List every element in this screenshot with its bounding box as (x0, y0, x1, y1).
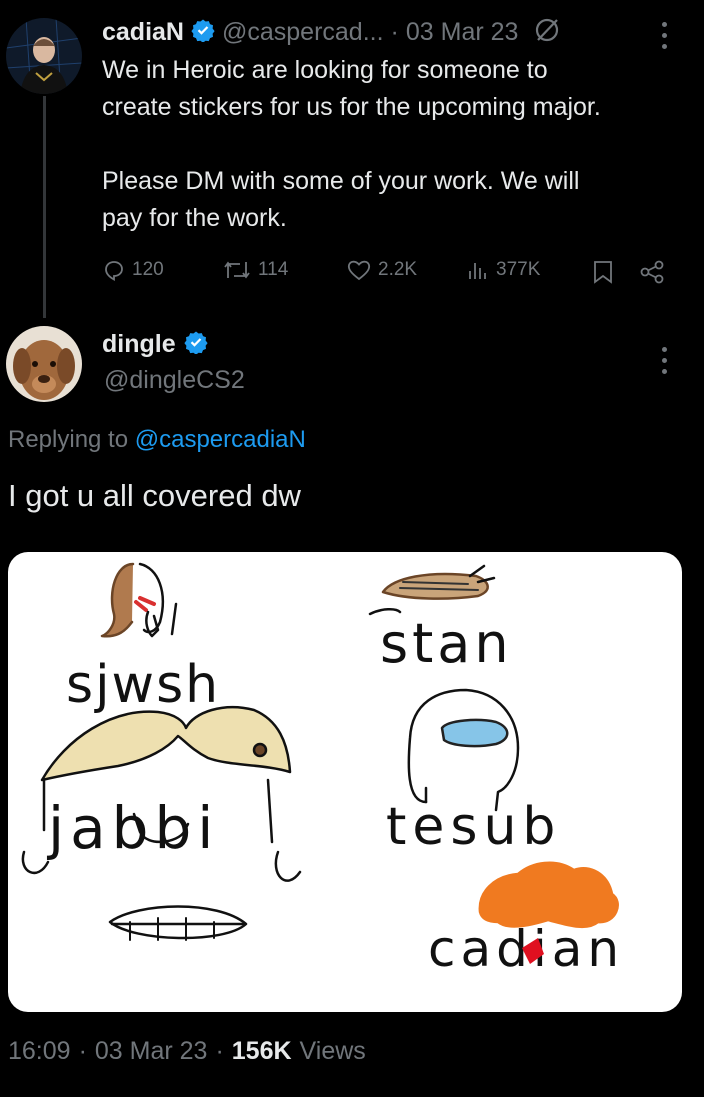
replying-to-handle-link[interactable]: @caspercadiaN (135, 426, 306, 453)
reply-icon (105, 261, 123, 282)
main-author-name[interactable]: dingle (102, 330, 176, 359)
doodle-word: sjwsh (66, 655, 220, 715)
parent-author-handle[interactable]: @caspercad... (222, 18, 384, 47)
like-icon (347, 260, 371, 281)
main-tweet-header: dingle (102, 330, 208, 359)
timestamp-separator: · (215, 1037, 224, 1065)
views-button[interactable]: 377K (466, 258, 540, 282)
parent-text-line: We in Heroic are looking for someone to (102, 56, 548, 84)
doodle-word: jabbi (46, 794, 219, 862)
parent-text-line: create stickers for us for the upcoming … (102, 93, 601, 121)
doodle-word: tesub (386, 797, 561, 857)
views-icon (469, 263, 486, 279)
views-count: 377K (496, 259, 541, 280)
reply-count: 120 (132, 259, 164, 280)
share-button[interactable] (638, 258, 666, 291)
parent-date[interactable]: 03 Mar 23 (406, 18, 519, 47)
replying-to-prefix: Replying to (8, 426, 129, 453)
timestamp-separator: · (78, 1037, 87, 1065)
views-label: Views (299, 1037, 366, 1065)
parent-text-line: Please DM with some of your work. We wil… (102, 167, 580, 195)
thread-line (43, 96, 46, 318)
like-button[interactable]: 2.2K (346, 258, 417, 282)
parent-text-line (102, 126, 692, 163)
like-count: 2.2K (378, 259, 418, 280)
dingle-avatar[interactable] (6, 326, 82, 402)
parent-more-icon[interactable] (662, 22, 667, 49)
replying-to: Replying to @caspercadiaN (8, 426, 306, 454)
parent-separator: · (390, 17, 399, 46)
bookmark-icon (594, 261, 612, 284)
doodle-drawing: sjwsh stan jabbi tesub cadian (21, 562, 619, 978)
parent-text-line: pay for the work. (102, 204, 287, 232)
slash-circle-icon (533, 16, 561, 49)
share-icon (640, 260, 664, 284)
doodle-word: stan (380, 612, 513, 675)
parent-author-name[interactable]: cadiaN (102, 18, 184, 47)
cadian-avatar[interactable] (6, 18, 82, 94)
main-tweet-text: I got u all covered dw (8, 478, 301, 513)
timestamp-date[interactable]: 03 Mar 23 (95, 1037, 208, 1066)
reply-button[interactable]: 120 (102, 258, 164, 282)
verified-badge-icon (184, 330, 208, 359)
timestamp-time[interactable]: 16:09 (8, 1037, 71, 1066)
parent-tweet-text: We in Heroic are looking for someone to … (102, 52, 692, 237)
main-author-handle[interactable]: @dingleCS2 (104, 366, 245, 395)
retweet-button[interactable]: 114 (222, 258, 288, 282)
parent-action-bar: 120 114 2.2K 377K (102, 256, 672, 288)
parent-tweet-header: cadiaN @caspercad... · 03 Mar 23 (102, 13, 622, 51)
retweet-icon (224, 261, 250, 279)
tweet-timestamp-row: 16:09 · 03 Mar 23 · 156K Views (8, 1037, 366, 1066)
bookmark-button[interactable] (592, 259, 614, 290)
main-more-icon[interactable] (662, 347, 667, 374)
retweet-count: 114 (258, 259, 289, 280)
views-count-total[interactable]: 156K (232, 1037, 292, 1066)
tweet-image[interactable]: sjwsh stan jabbi tesub cadian (8, 552, 682, 1012)
verified-badge-icon (191, 18, 215, 47)
